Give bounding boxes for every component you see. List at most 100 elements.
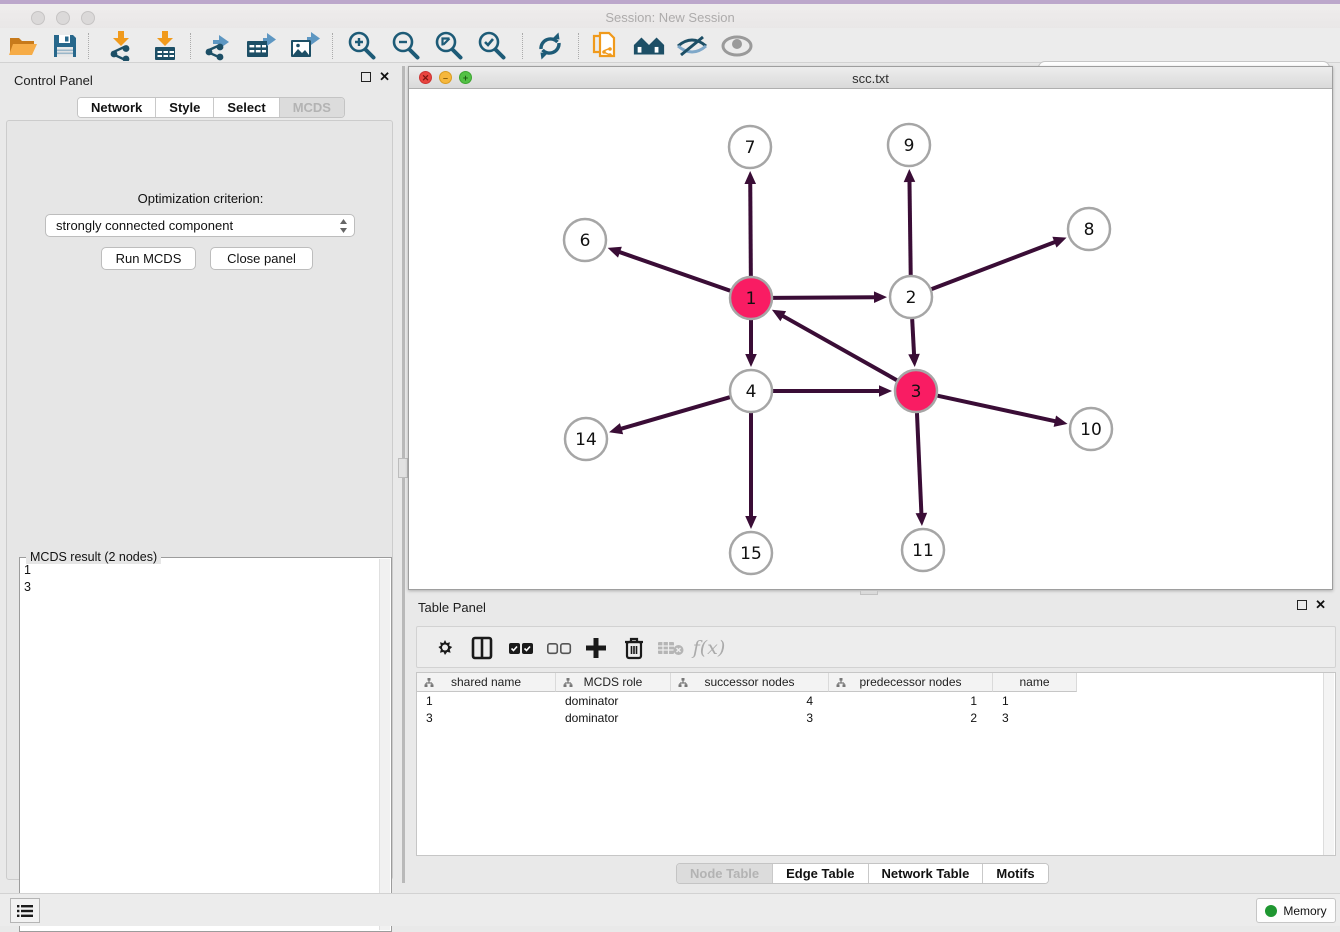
network-graph-canvas[interactable]: 7968124314101511 — [409, 89, 1332, 589]
edge-1-7[interactable] — [750, 182, 751, 276]
edge-1-6[interactable] — [618, 252, 730, 291]
first-neighbors-icon[interactable] — [632, 31, 666, 61]
column-header-predecessor-nodes[interactable]: predecessor nodes — [829, 673, 993, 692]
table-panel: Table Panel ✕ — [408, 597, 1340, 893]
run-mcds-button[interactable]: Run MCDS — [101, 247, 196, 270]
table-settings-icon[interactable] — [429, 632, 461, 664]
task-history-button[interactable] — [10, 898, 40, 923]
save-session-icon[interactable] — [48, 31, 82, 61]
edge-2-3[interactable] — [912, 319, 914, 356]
tab-mcds[interactable]: MCDS — [280, 98, 344, 117]
graph-node-label-14: 14 — [575, 430, 597, 450]
zoom-out-icon[interactable] — [389, 31, 423, 61]
cell-name[interactable]: 3 — [993, 709, 1077, 726]
sort-tree-icon — [678, 678, 688, 687]
delete-column-icon[interactable] — [618, 632, 650, 664]
close-panel-button[interactable]: Close panel — [210, 247, 313, 270]
tab-style[interactable]: Style — [156, 98, 214, 117]
zoom-fit-icon[interactable] — [432, 31, 466, 61]
toolbar-separator — [332, 33, 333, 59]
edge-4-14[interactable] — [620, 397, 730, 429]
mcds-result-box: MCDS result (2 nodes) 1 3 — [19, 557, 392, 932]
mcds-result-title: MCDS result (2 nodes) — [26, 550, 161, 564]
close-panel-icon[interactable]: ✕ — [379, 72, 390, 82]
cell-name[interactable]: 1 — [993, 692, 1077, 709]
cell-MCDS-role[interactable]: dominator — [556, 692, 671, 709]
edge-3-11[interactable] — [917, 413, 921, 515]
deselect-all-rows-icon[interactable] — [543, 632, 575, 664]
zoom-in-icon[interactable] — [345, 31, 379, 61]
hide-selected-icon[interactable] — [675, 31, 709, 61]
optimization-criterion-select[interactable]: strongly connected component — [45, 214, 355, 237]
column-header-shared-name[interactable]: shared name — [417, 673, 556, 692]
cell-shared-name[interactable]: 1 — [417, 692, 556, 709]
graph-node-label-9: 9 — [904, 136, 915, 156]
edge-2-9[interactable] — [909, 180, 910, 275]
select-all-rows-icon[interactable] — [505, 632, 537, 664]
cell-shared-name[interactable]: 3 — [417, 709, 556, 726]
cell-successor-nodes[interactable]: 4 — [671, 692, 829, 709]
graph-node-label-15: 15 — [740, 544, 762, 564]
status-bar: Memory — [0, 893, 1340, 926]
horizontal-splitter-grip[interactable] — [860, 590, 878, 595]
graph-node-label-3: 3 — [911, 382, 922, 402]
mcds-result-text[interactable]: 1 3 — [24, 562, 31, 596]
zoom-selected-icon[interactable] — [475, 31, 509, 61]
edge-3-1[interactable] — [781, 315, 896, 380]
table-panel-title: Table Panel — [418, 600, 486, 615]
column-header-name[interactable]: name — [993, 673, 1077, 692]
delete-table-icon[interactable] — [655, 632, 687, 664]
tab-motifs[interactable]: Motifs — [983, 864, 1047, 883]
function-builder-icon[interactable]: f(x) — [693, 632, 725, 664]
edge-1-2[interactable] — [773, 297, 876, 298]
toolbar-separator — [522, 33, 523, 59]
table-scrollbar[interactable] — [1323, 673, 1334, 855]
mcds-result-scrollbar[interactable] — [379, 559, 390, 930]
tab-network-table[interactable]: Network Table — [869, 864, 984, 883]
cell-predecessor-nodes[interactable]: 2 — [829, 709, 993, 726]
graph-node-label-1: 1 — [746, 289, 757, 309]
edge-arrowhead-1-7 — [744, 171, 756, 184]
tab-network[interactable]: Network — [78, 98, 156, 117]
column-visibility-icon[interactable] — [466, 632, 498, 664]
edge-3-10[interactable] — [937, 396, 1056, 422]
memory-button[interactable]: Memory — [1256, 898, 1336, 923]
control-panel: Control Panel ✕ Network Style Select MCD… — [0, 66, 400, 884]
table-panel-tabs: Node Table Edge Table Network Table Moti… — [676, 863, 1049, 884]
mcds-panel-body: Optimization criterion: strongly connect… — [6, 120, 393, 880]
import-table-icon[interactable] — [148, 31, 182, 61]
cell-predecessor-nodes[interactable]: 1 — [829, 692, 993, 709]
show-all-icon[interactable] — [720, 31, 754, 61]
close-table-panel-icon[interactable]: ✕ — [1315, 600, 1326, 610]
float-panel-icon[interactable] — [361, 72, 371, 82]
tab-edge-table[interactable]: Edge Table — [773, 864, 868, 883]
column-header-successor-nodes[interactable]: successor nodes — [671, 673, 829, 692]
edge-2-8[interactable] — [932, 241, 1057, 289]
refresh-layout-icon[interactable] — [533, 31, 567, 61]
optimization-criterion-label: Optimization criterion: — [7, 191, 394, 206]
tab-node-table[interactable]: Node Table — [677, 864, 773, 883]
export-network-icon[interactable] — [201, 31, 235, 61]
toolbar-separator — [88, 33, 89, 59]
tab-select[interactable]: Select — [214, 98, 279, 117]
network-window-titlebar[interactable]: ✕ – + scc.txt — [409, 67, 1332, 89]
table-row[interactable]: 1dominator411 — [417, 692, 1077, 709]
edge-arrowhead-1-6 — [608, 247, 622, 258]
add-column-icon[interactable] — [580, 632, 612, 664]
import-network-icon[interactable] — [103, 31, 137, 61]
open-session-icon[interactable] — [6, 31, 40, 61]
table-row[interactable]: 3dominator323 — [417, 709, 1077, 726]
memory-label: Memory — [1283, 904, 1326, 918]
edge-arrowhead-4-14 — [609, 423, 623, 434]
optimization-criterion-value: strongly connected component — [56, 218, 233, 233]
vertical-splitter-grip[interactable] — [398, 458, 408, 478]
column-header-MCDS-role[interactable]: MCDS role — [556, 673, 671, 692]
export-image-icon[interactable] — [288, 31, 322, 61]
export-table-icon[interactable] — [244, 31, 278, 61]
float-table-panel-icon[interactable] — [1297, 600, 1307, 610]
cell-successor-nodes[interactable]: 3 — [671, 709, 829, 726]
application-window: Session: New Session — [0, 0, 1340, 926]
toolbar-separator — [578, 33, 579, 59]
copy-network-icon[interactable] — [588, 31, 622, 61]
cell-MCDS-role[interactable]: dominator — [556, 709, 671, 726]
